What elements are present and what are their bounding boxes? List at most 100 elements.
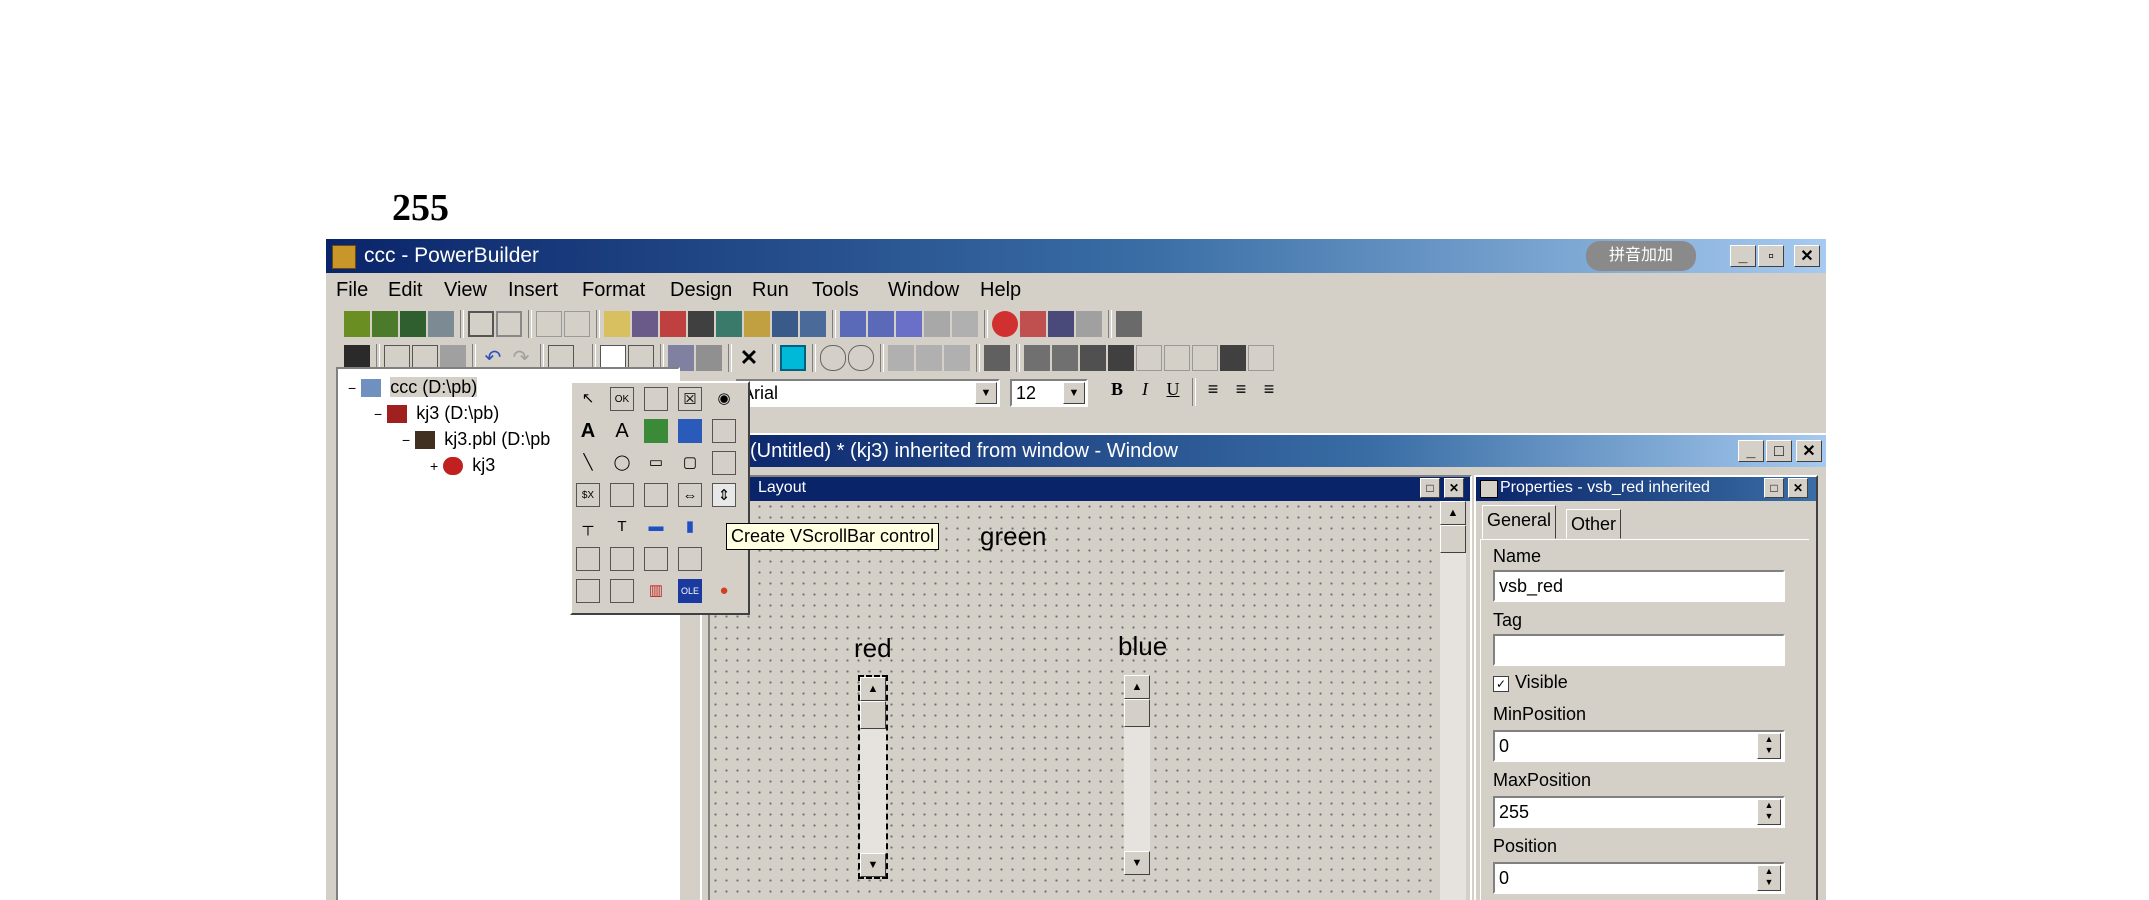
hprogressbar-icon[interactable]: ▬ (644, 515, 668, 539)
scroll-thumb[interactable] (1440, 525, 1466, 553)
size-icon[interactable] (1164, 345, 1190, 371)
red-label[interactable]: red (854, 633, 892, 664)
tree-item-workspace[interactable]: − ccc (D:\pb) (348, 377, 478, 398)
font-name-select[interactable]: Arial ▼ (736, 379, 1000, 407)
previous-icon[interactable] (536, 311, 562, 337)
listbox-icon[interactable] (576, 547, 600, 571)
tree-item-target[interactable]: − kj3 (D:\pb) (374, 403, 499, 424)
properties-close-button[interactable]: ✕ (1788, 478, 1808, 498)
scroll-up-arrow[interactable]: ▲ (1440, 501, 1466, 525)
vprogressbar-icon[interactable]: ▮ (678, 515, 702, 539)
inherit-icon[interactable] (372, 311, 398, 337)
line-icon[interactable]: ╲ (576, 451, 600, 475)
tree-expander[interactable]: + (430, 458, 438, 474)
scroll-down-arrow[interactable]: ▼ (860, 853, 886, 877)
menu-file[interactable]: File (336, 279, 368, 302)
new-icon[interactable] (344, 311, 370, 337)
menu-help[interactable]: Help (980, 279, 1021, 302)
visible-checkbox[interactable]: ✓ (1493, 676, 1509, 692)
structure-icon[interactable] (1108, 345, 1134, 371)
menu-insert[interactable]: Insert (508, 279, 558, 302)
maxposition-field[interactable]: 255 ▲ ▼ (1493, 796, 1785, 828)
incremental-build-icon[interactable] (924, 311, 950, 337)
graph-icon[interactable]: ▥ (644, 579, 668, 603)
hscrollbar-icon[interactable]: ⇔ (678, 483, 702, 507)
roundrectangle-icon[interactable]: ▢ (678, 451, 702, 475)
scroll-thumb[interactable] (860, 701, 886, 729)
ruler-icon[interactable] (1248, 345, 1274, 371)
stop-icon[interactable] (992, 311, 1018, 337)
components-icon[interactable] (772, 311, 798, 337)
scroll-thumb[interactable] (1124, 699, 1150, 727)
painter-maximize-button[interactable]: □ (1766, 440, 1792, 462)
painter-minimize-button[interactable]: _ (1738, 440, 1764, 462)
minimize-button[interactable]: _ (1730, 245, 1756, 267)
menu-view[interactable]: View (444, 279, 487, 302)
tab-general[interactable]: General (1482, 505, 1557, 539)
run-window-icon[interactable] (428, 311, 454, 337)
layout-close-button[interactable]: ✕ (1444, 478, 1464, 498)
rectangle-icon[interactable]: ▭ (644, 451, 668, 475)
select-run-icon[interactable] (1076, 311, 1102, 337)
align-right-icon[interactable]: ≡ (1256, 379, 1282, 405)
picturebutton-icon[interactable] (644, 387, 668, 411)
profile-icon[interactable] (744, 311, 770, 337)
chevron-down-icon[interactable]: ▼ (1063, 382, 1085, 404)
run-icon[interactable] (1048, 311, 1074, 337)
groupbox-icon[interactable] (712, 419, 736, 443)
tab-control-icon[interactable] (576, 579, 600, 603)
tree-expander[interactable]: − (348, 380, 356, 396)
menu-run[interactable]: Run (752, 279, 789, 302)
minposition-field[interactable]: 0 ▲ ▼ (1493, 730, 1785, 762)
htrackbar-icon[interactable]: ┬ (576, 515, 600, 539)
workspace-icon[interactable] (468, 311, 494, 337)
chevron-down-icon[interactable]: ▼ (975, 382, 997, 404)
exit-icon[interactable] (1116, 311, 1142, 337)
bold-button[interactable]: B (1104, 379, 1130, 405)
layout-maximize-button[interactable]: □ (1420, 478, 1440, 498)
align-left-icon[interactable]: ≡ (1200, 379, 1226, 405)
event-list-icon[interactable] (1024, 345, 1050, 371)
green-label[interactable]: green (980, 521, 1047, 552)
ime-tray-badge[interactable]: 拼音加加 (1586, 241, 1696, 271)
uncomment-icon[interactable] (848, 345, 874, 371)
tree-item-library[interactable]: − kj3.pbl (D:\pb (402, 429, 550, 450)
app-title-bar[interactable]: ccc - PowerBuilder 拼音加加 _ ▫ ✕ (326, 239, 1826, 273)
checkbox-icon[interactable]: ☒ (678, 387, 702, 411)
comment-icon[interactable] (820, 345, 846, 371)
vscrollbar-red[interactable]: ▲ ▼ (858, 675, 888, 879)
spinner-icon[interactable]: ▲ ▼ (1757, 865, 1781, 891)
edit-icon[interactable] (800, 311, 826, 337)
build-icon[interactable] (688, 311, 714, 337)
dropdownlistbox-icon[interactable] (610, 547, 634, 571)
oval-icon[interactable]: ◯ (610, 451, 634, 475)
debug-icon[interactable] (660, 311, 686, 337)
tab-other[interactable]: Other (1566, 509, 1622, 539)
find-icon[interactable] (888, 345, 914, 371)
align-icon[interactable] (1136, 345, 1162, 371)
preview-icon[interactable] (696, 345, 722, 371)
name-field[interactable]: vsb_red (1493, 570, 1785, 602)
blue-label[interactable]: blue (1118, 631, 1167, 662)
compile-icon[interactable] (984, 345, 1010, 371)
close-painter-icon[interactable]: ✕ (736, 345, 762, 371)
next-icon[interactable] (564, 311, 590, 337)
vtrackbar-icon[interactable]: T (610, 515, 634, 539)
library-icon[interactable] (604, 311, 630, 337)
singlelineedit-icon[interactable] (610, 483, 634, 507)
statichyperlink-icon[interactable]: A (610, 419, 634, 443)
variables-icon[interactable] (1080, 345, 1106, 371)
picture-icon[interactable] (644, 419, 668, 443)
tree-expander[interactable]: − (374, 406, 382, 422)
properties-maximize-button[interactable]: □ (1764, 478, 1784, 498)
tree-item-application[interactable]: + kj3 (430, 455, 495, 476)
ole-icon[interactable]: OLE (678, 579, 702, 603)
picturehyperlink-icon[interactable] (678, 419, 702, 443)
function-list-icon[interactable] (1052, 345, 1078, 371)
pointer-icon[interactable]: ↖ (576, 387, 600, 411)
scroll-up-arrow[interactable]: ▲ (860, 677, 886, 701)
browser-icon[interactable] (716, 311, 742, 337)
underline-button[interactable]: U (1160, 379, 1186, 405)
listview-icon[interactable] (644, 547, 668, 571)
menu-design[interactable]: Design (670, 279, 732, 302)
